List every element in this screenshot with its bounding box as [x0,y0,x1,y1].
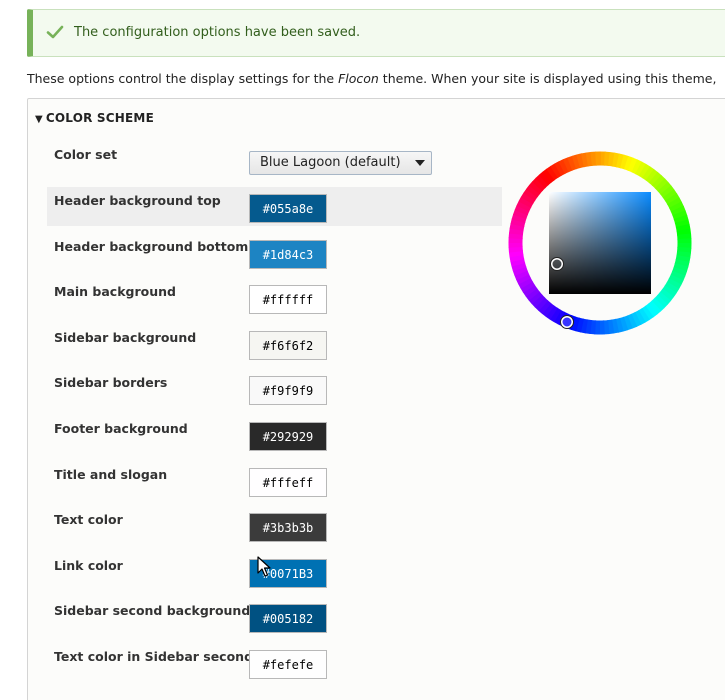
color-scheme-legend[interactable]: ▼ COLOR SCHEME [35,111,154,125]
color-field-input[interactable]: #055a8e [249,194,327,223]
intro-text: These options control the display settin… [27,71,717,86]
color-set-label: Color set [54,147,118,162]
color-field-row: Footer background #292929 [47,415,502,454]
color-field-row: Title and slogan #fffeff [47,461,502,500]
color-field-input[interactable]: #f6f6f2 [249,331,327,360]
color-field-label: Sidebar background [54,330,197,345]
status-message: The configuration options have been save… [27,9,725,57]
color-field-row: Sidebar borders #f9f9f9 [47,369,502,408]
color-field-row: Text color #3b3b3b [47,506,502,545]
color-set-select[interactable]: Blue Lagoon (default) [249,151,432,175]
color-field-label: Sidebar second background [54,603,251,618]
color-field-row: Main background #ffffff [47,278,502,317]
color-field-row: Sidebar second background #005182 [47,597,502,636]
checkmark-icon [46,25,64,39]
color-field-label: Sidebar borders [54,375,168,390]
mouse-cursor-icon [257,556,271,577]
color-field-input[interactable]: #3b3b3b [249,513,327,542]
color-field-label: Title and slogan [54,467,168,482]
color-wheel-icon[interactable] [505,148,695,338]
color-field-label: Link color [54,558,123,573]
color-field-input[interactable]: #ffffff [249,285,327,314]
collapse-triangle-icon: ▼ [35,114,43,125]
color-field-row: Sidebar background #f6f6f2 [47,324,502,363]
color-field-input[interactable]: #1d84c3 [249,240,327,269]
color-set-value: Blue Lagoon (default) [260,155,401,170]
status-message-text: The configuration options have been save… [74,25,361,40]
hue-marker[interactable] [560,315,574,329]
theme-name: Flocon [338,71,379,86]
color-field-input[interactable]: #f9f9f9 [249,376,327,405]
color-field-label: Footer background [54,421,188,436]
color-field-label: Text color [54,512,123,527]
color-field-label: Header background top [54,193,221,208]
color-field-row: Link color #0071B3 [47,552,502,591]
color-field-input[interactable]: #005182 [249,604,327,633]
color-field-label: Text color in Sidebar second [54,649,254,664]
color-field-label: Main background [54,284,176,299]
chevron-down-icon [415,160,425,166]
color-field-row: Text color in Sidebar second #fefefe [47,643,502,682]
color-field-row: Header background bottom #1d84c3 [47,233,502,272]
color-field-input[interactable]: #fefefe [249,650,327,679]
color-field-input[interactable]: #292929 [249,422,327,451]
color-field-input[interactable]: #fffeff [249,468,327,497]
color-field-row: Header background top #055a8e [47,187,502,226]
color-field-label: Header background bottom [54,239,249,254]
